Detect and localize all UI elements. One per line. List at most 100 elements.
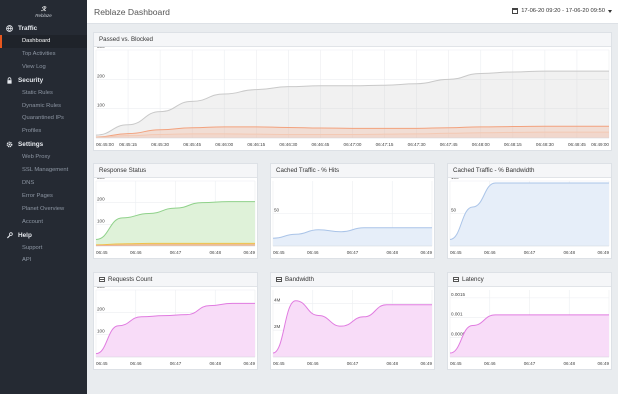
sidebar-item-top-activities[interactable]: Top Activities: [0, 48, 87, 61]
x-tick-label: 06:46: [484, 361, 496, 366]
y-tick-label: 300: [97, 178, 105, 180]
sidebar-item-static-rules[interactable]: Static Rules: [0, 87, 87, 100]
x-tick-label: 06:47: [524, 250, 536, 255]
x-tick-label: 06:48:00: [472, 142, 490, 147]
sidebar-section-label: Traffic: [18, 25, 38, 32]
page-title: Reblaze Dashboard: [94, 7, 170, 17]
y-tick-label: 100: [97, 329, 105, 334]
x-tick-label: 06:45: [450, 250, 462, 255]
x-tick-label: 06:48: [387, 250, 399, 255]
panel-requests-count: Requests Count 06:45 06:46 06:47 06:48 06:49…: [93, 272, 258, 370]
top-header: Reblaze Dashboard 17-06-20 09:20 - 17-06…: [87, 0, 618, 24]
sidebar-item-dynamic-rules[interactable]: Dynamic Rules: [0, 100, 87, 113]
y-tick-label: 200: [97, 306, 105, 311]
y-tick-label: 200: [97, 73, 105, 78]
panel-cached-bandwidth: Cached Traffic - % Bandwidth 06:45 06:46 0…: [447, 163, 612, 259]
sidebar-item-error-pages[interactable]: Error Pages: [0, 190, 87, 203]
table-icon: [453, 277, 459, 282]
x-tick-label: 06:47:45: [440, 142, 458, 147]
series-area: [450, 314, 609, 357]
x-tick-label: 06:48: [564, 361, 576, 366]
chart-requests-count: 06:45 06:46 06:47 06:48 06:49 100 200 300: [95, 287, 256, 366]
sidebar-item-api[interactable]: API: [0, 254, 87, 267]
chart-passed-blocked: 06:45:00 06:45:15 06:45:30 06:45:45 06:46:00…: [95, 47, 609, 147]
panel-title-text: Response Status: [99, 166, 147, 174]
panel-title-text: Cached Traffic - % Hits: [276, 166, 340, 174]
panel-title: Cached Traffic - % Hits: [271, 164, 434, 178]
x-tick-label: 06:47:00: [344, 142, 362, 147]
x-tick-label: 06:49: [244, 361, 256, 366]
chart-bandwidth: 06:45 06:46 06:47 06:48 06:49 2M 4M: [272, 290, 433, 366]
logo-text: Reblaze: [35, 12, 52, 18]
x-tick-label: 06:49: [421, 361, 433, 366]
x-tick-label: 06:45: [96, 361, 108, 366]
panel-title: Response Status: [94, 164, 257, 178]
sidebar-item-ssl-management[interactable]: SSL Management: [0, 164, 87, 177]
sidebar-item-support[interactable]: Support: [0, 242, 87, 255]
sidebar-item-quarantined-ips[interactable]: Quarantined IPs: [0, 112, 87, 125]
x-tick-label: 06:49:00: [591, 142, 609, 147]
x-tick-label: 06:48: [210, 250, 222, 255]
calendar-icon: [512, 8, 519, 14]
y-tick-label: 200: [97, 197, 105, 202]
x-tick-label: 06:46: [130, 250, 142, 255]
x-tick-label: 06:46:30: [279, 142, 297, 147]
sidebar: ℛ Reblaze Traffic Dashboard Top Activiti…: [0, 0, 87, 394]
y-tick-label: 50: [451, 208, 457, 213]
panel-latency: Latency 06:45 06:46 06:47 06:48 06:49 0.0005 0…: [447, 272, 612, 370]
y-tick-label: 300: [97, 47, 105, 49]
series-area: [273, 227, 432, 246]
panel-title-text: Cached Traffic - % Bandwidth: [453, 166, 535, 174]
sidebar-item-profiles[interactable]: Profiles: [0, 125, 87, 138]
x-tick-label: 06:45:45: [183, 142, 201, 147]
chart-latency: 06:45 06:46 06:47 06:48 06:490.00050.0010.00…: [449, 290, 609, 366]
y-tick-label: 0.001: [451, 312, 463, 317]
sidebar-item-view-log[interactable]: View Log: [0, 61, 87, 74]
panel-title: Bandwidth: [271, 273, 434, 287]
sidebar-section-security[interactable]: Security: [0, 74, 87, 87]
wrench-icon: [6, 231, 13, 239]
date-range-label: 17-06-20 09:20 - 17-06-20 09:50: [521, 8, 605, 14]
gear-icon: [6, 141, 13, 148]
sidebar-item-dashboard[interactable]: Dashboard: [0, 35, 87, 48]
y-tick-label: 2M: [274, 324, 281, 329]
caret-down-icon: [608, 9, 612, 13]
panel-title: Requests Count: [94, 273, 257, 287]
chart-cached-bandwidth: 06:45 06:46 06:47 06:48 06:49 50 100: [449, 178, 609, 255]
y-tick-label: 300: [97, 287, 105, 289]
x-tick-label: 06:47: [170, 250, 182, 255]
x-tick-label: 06:46:45: [311, 142, 329, 147]
x-tick-label: 06:46: [307, 250, 319, 255]
y-tick-label: 100: [97, 103, 105, 108]
panel-title-text: Passed vs. Blocked: [99, 35, 153, 43]
sidebar-section-traffic[interactable]: Traffic: [0, 22, 87, 35]
panel-title-text: Bandwidth: [285, 275, 314, 283]
x-tick-label: 06:45: [96, 250, 108, 255]
chart-cached-hits: 06:45 06:46 06:47 06:48 06:49 50: [272, 181, 433, 255]
x-tick-label: 06:45: [273, 361, 285, 366]
x-tick-label: 06:49: [421, 250, 433, 255]
sidebar-item-planet-overview[interactable]: Planet Overview: [0, 203, 87, 216]
date-range-picker[interactable]: 17-06-20 09:20 - 17-06-20 09:50: [512, 8, 612, 14]
sidebar-item-account[interactable]: Account: [0, 216, 87, 229]
x-tick-label: 06:46: [307, 361, 319, 366]
x-tick-label: 06:47: [170, 361, 182, 366]
x-tick-label: 06:47: [347, 250, 359, 255]
lock-icon: [6, 77, 13, 84]
sidebar-section-settings[interactable]: Settings: [0, 138, 87, 151]
x-tick-label: 06:46: [484, 250, 496, 255]
panel-title-text: Latency: [462, 275, 484, 283]
sidebar-item-web-proxy[interactable]: Web Proxy: [0, 151, 87, 164]
panel-bandwidth: Bandwidth 06:45 06:46 06:47 06:48 06:49 2M 4M: [270, 272, 435, 370]
sidebar-item-dns[interactable]: DNS: [0, 177, 87, 190]
panel-response-status: Response Status 06:45 06:46 06:47 06:48 06:4…: [93, 163, 258, 259]
x-tick-label: 06:47: [524, 361, 536, 366]
panel-title: Latency: [448, 273, 611, 287]
x-tick-label: 06:48: [210, 361, 222, 366]
x-tick-label: 06:48:30: [536, 142, 554, 147]
logo[interactable]: ℛ Reblaze: [0, 0, 87, 22]
x-tick-label: 06:45: [450, 361, 462, 366]
sidebar-section-label: Security: [18, 76, 44, 84]
sidebar-section-help[interactable]: Help: [0, 229, 87, 242]
x-tick-label: 06:45:15: [119, 142, 137, 147]
